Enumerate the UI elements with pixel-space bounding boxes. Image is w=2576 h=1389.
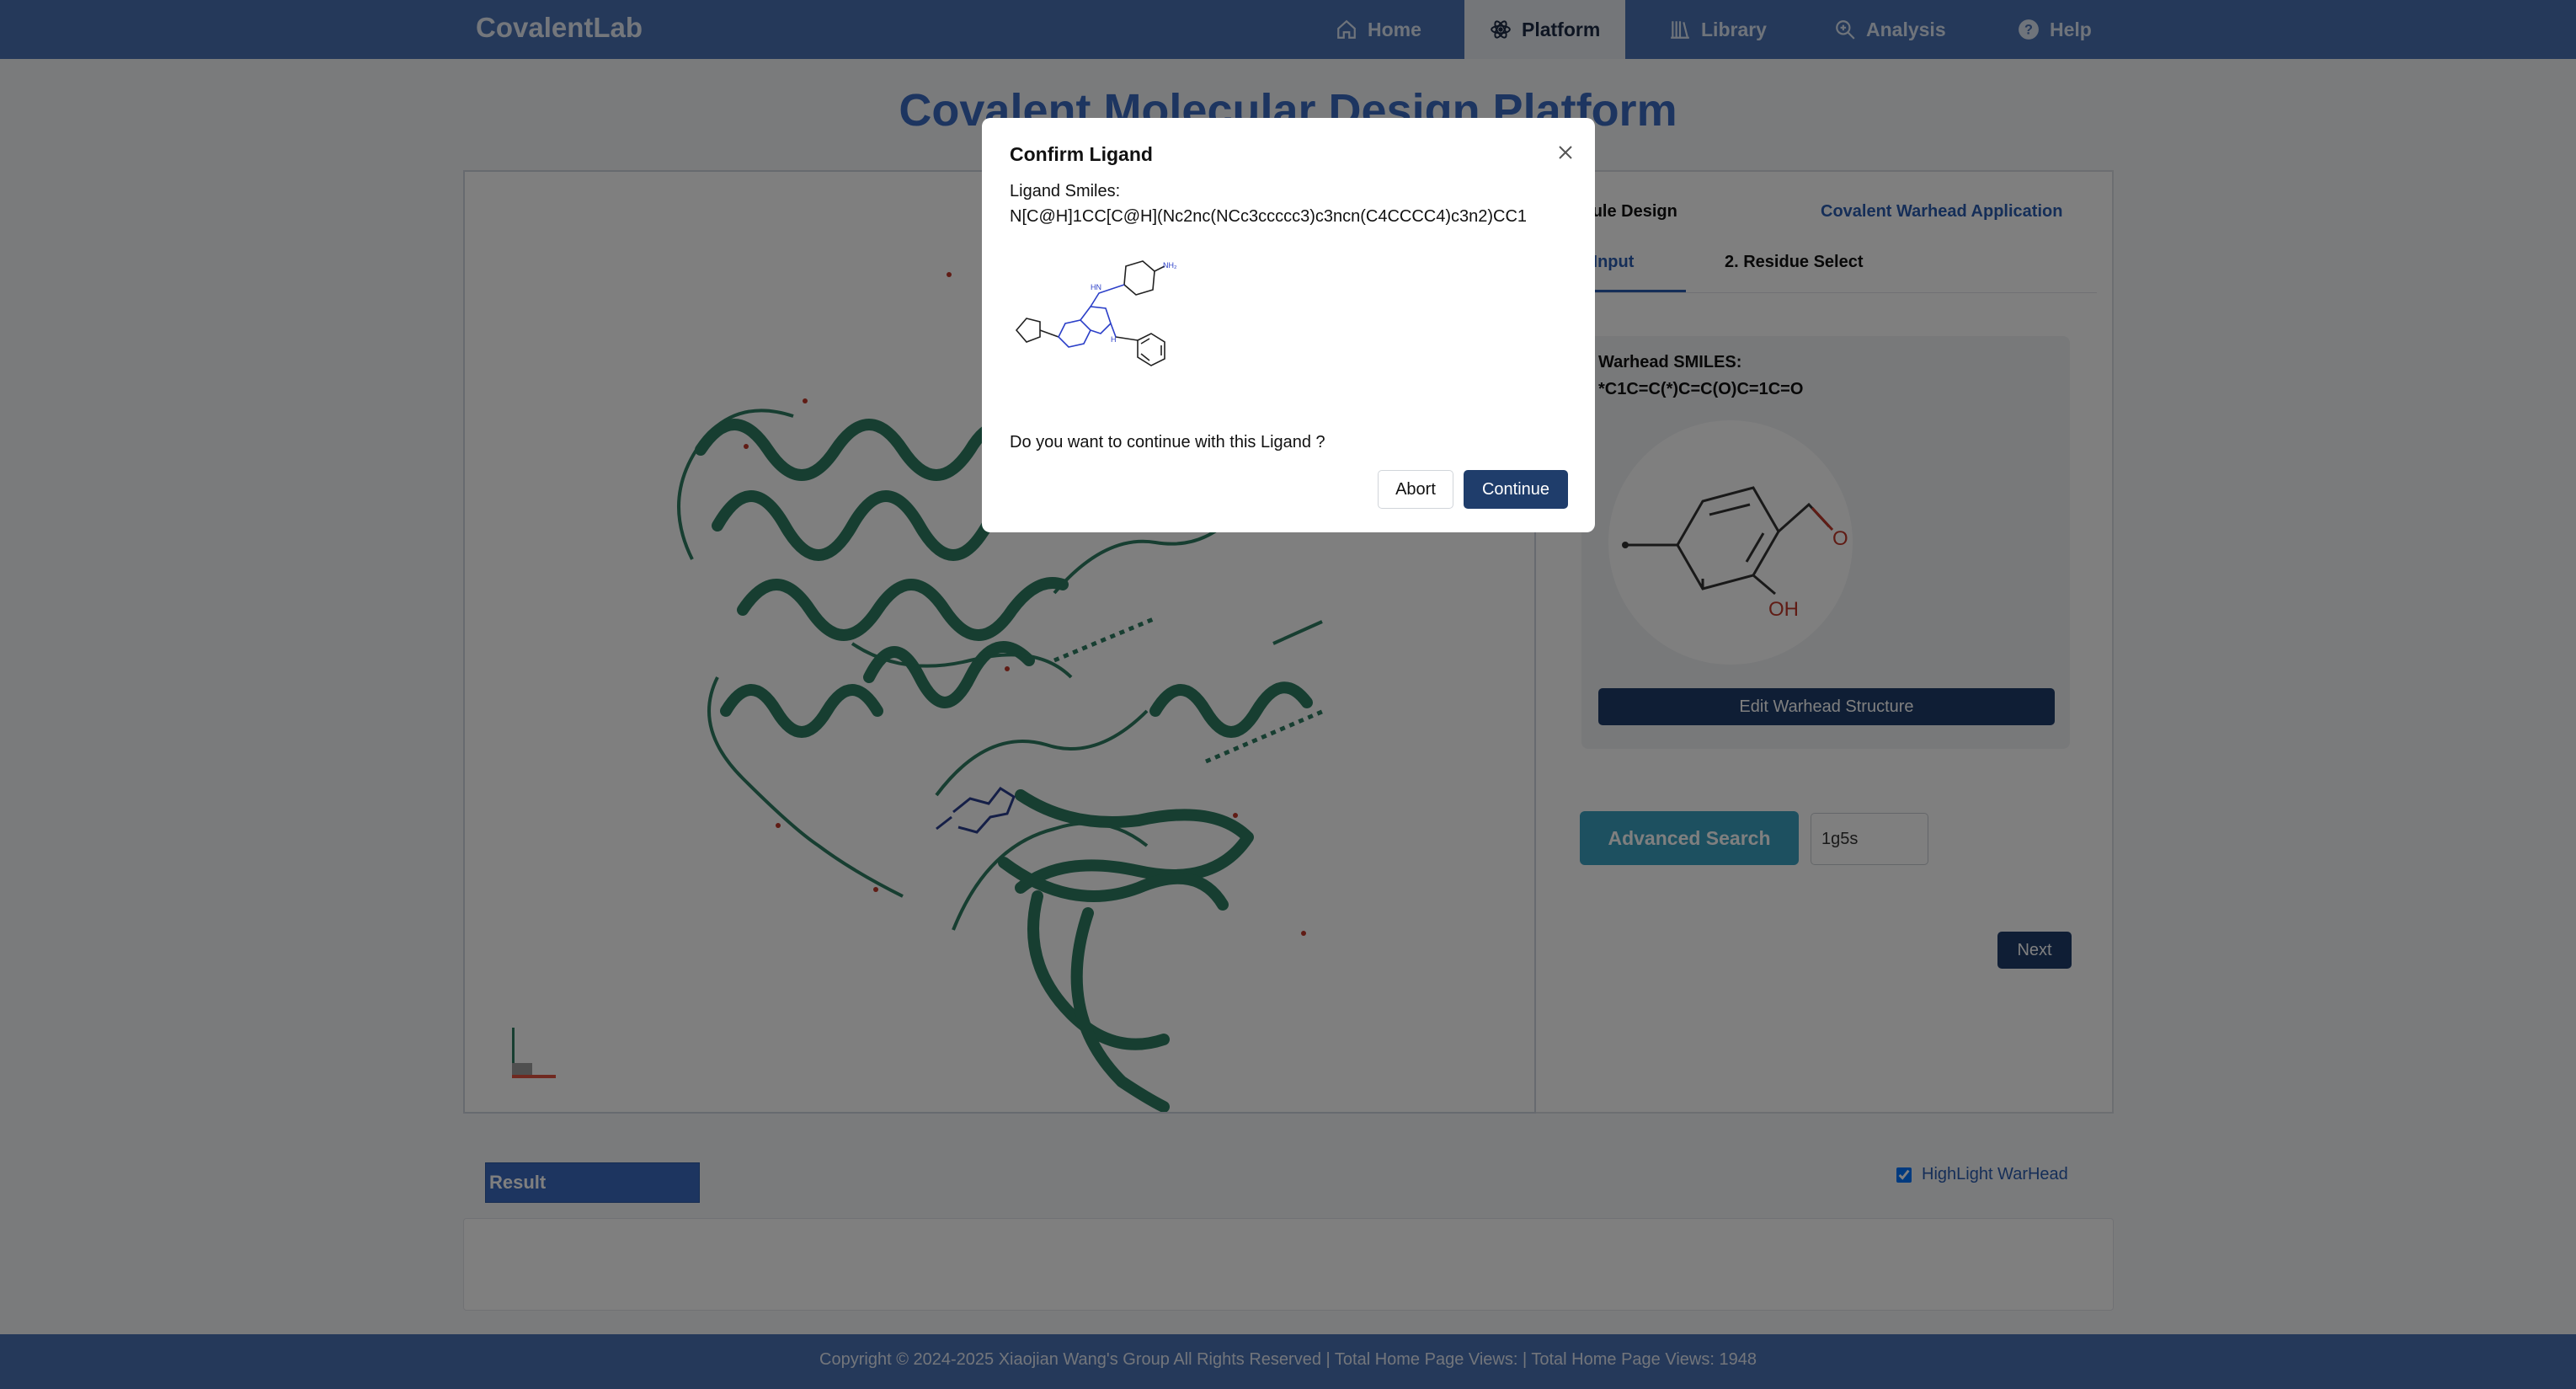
ligand-smiles-value: N[C@H]1CC[C@H](Nc2nc(NCc3ccccc3)c3ncn(C4…	[1010, 207, 1528, 226]
close-button[interactable]	[1551, 138, 1580, 167]
svg-text:NH₂: NH₂	[1163, 261, 1177, 270]
confirm-question: Do you want to continue with this Ligand…	[1010, 433, 1325, 451]
continue-button[interactable]: Continue	[1464, 470, 1568, 509]
ligand-molecule-drawing: NH₂ HN H	[1015, 260, 1177, 366]
ligand-structure-image: NH₂ HN H	[1010, 253, 1187, 387]
svg-text:HN: HN	[1091, 283, 1101, 291]
svg-text:H: H	[1111, 335, 1117, 344]
abort-button[interactable]: Abort	[1378, 470, 1453, 509]
close-icon	[1559, 146, 1572, 159]
dialog-title: Confirm Ligand	[1010, 143, 1153, 165]
confirm-ligand-dialog: Confirm Ligand Ligand Smiles: N[C@H]1CC[…	[982, 118, 1595, 532]
ligand-smiles-label: Ligand Smiles:	[1010, 182, 1121, 200]
